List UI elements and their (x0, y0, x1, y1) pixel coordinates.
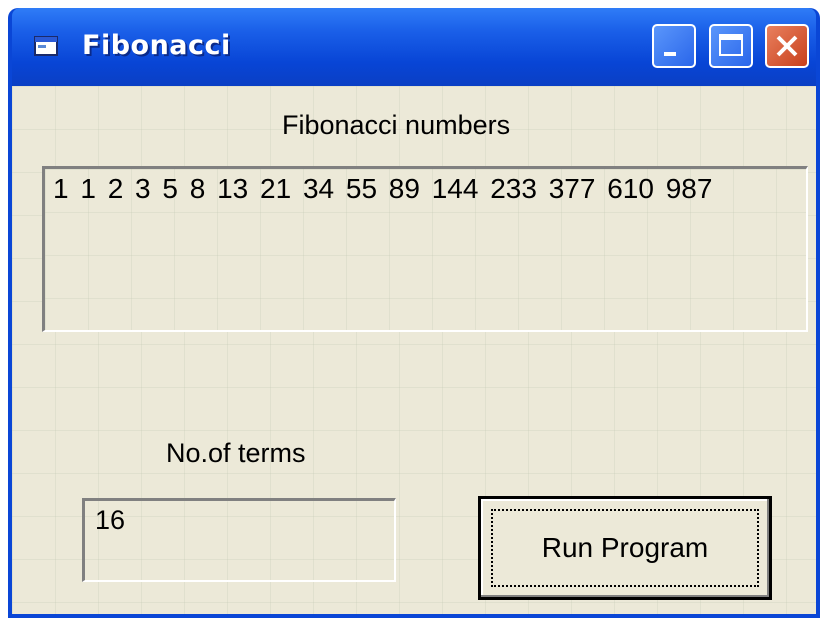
fibonacci-heading-label: Fibonacci numbers (282, 110, 511, 140)
window-title: Fibonacci (82, 30, 231, 61)
maximize-button[interactable] (709, 24, 753, 68)
maximize-icon (719, 34, 743, 56)
terms-input[interactable]: 16 (82, 498, 396, 582)
close-button[interactable] (765, 24, 809, 68)
app-window: Fibonacci Fibonacci numbers 1 1 2 3 5 8 … (8, 8, 820, 618)
minimize-icon (664, 52, 676, 56)
minimize-button[interactable] (652, 24, 696, 68)
form-client-area: Fibonacci numbers 1 1 2 3 5 8 13 21 34 5… (12, 86, 816, 614)
run-program-button[interactable]: Run Program (478, 496, 772, 600)
fibonacci-output-text: 1 1 2 3 5 8 13 21 34 55 89 144 233 377 6… (53, 173, 713, 204)
terms-label: No.of terms (166, 438, 306, 468)
close-icon (776, 35, 798, 57)
run-program-button-label: Run Program (491, 509, 759, 587)
fibonacci-output-box[interactable]: 1 1 2 3 5 8 13 21 34 55 89 144 233 377 6… (42, 166, 808, 332)
app-window-icon[interactable] (34, 36, 60, 58)
title-bar[interactable]: Fibonacci (12, 8, 816, 86)
